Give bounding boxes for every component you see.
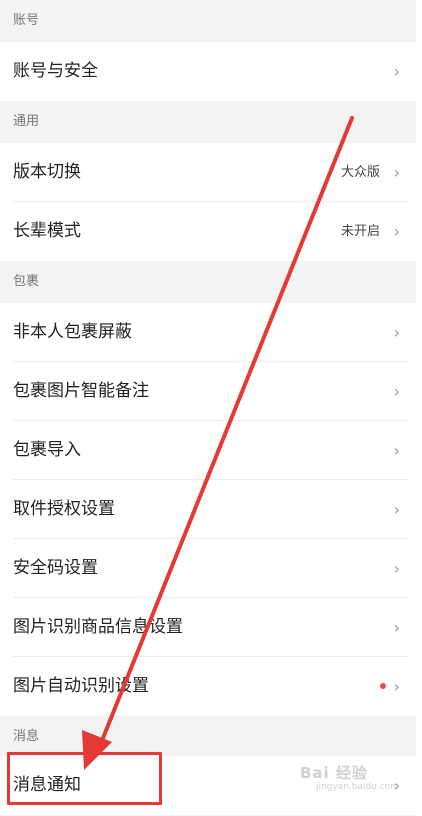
row-label: 消息通知 [13,775,81,795]
chevron-right-icon: › [393,323,400,342]
row-image-product-recognition[interactable]: 图片识别商品信息设置 › [0,598,416,657]
row-pickup-authorization[interactable]: 取件授权设置 › [0,480,416,539]
chevron-right-icon: › [393,559,400,578]
row-security-code[interactable]: 安全码设置 › [0,539,416,598]
red-dot-badge [380,683,386,689]
chevron-right-icon: › [393,677,400,696]
row-label: 包裹导入 [13,440,81,460]
watermark-subtext: jingyan.baidu.com [316,782,400,792]
row-label: 版本切换 [13,162,81,182]
row-label: 包裹图片智能备注 [13,381,149,401]
chevron-right-icon: › [393,163,400,182]
chevron-right-icon: › [393,62,400,81]
row-label: 安全码设置 [13,558,98,578]
right-edge-strip [416,0,422,816]
section-header-general: 通用 [0,101,416,143]
watermark: Bai 经验 [300,764,368,782]
row-label: 图片自动识别设置 [13,676,149,696]
row-elder-mode[interactable]: 长辈模式 未开启 › [0,202,416,261]
row-version-switch[interactable]: 版本切换 大众版 › [0,143,416,202]
settings-page: 账号 账号与安全 › 通用 版本切换 大众版 › 长辈模式 未开启 › 包裹 非… [0,0,416,816]
row-package-image-note[interactable]: 包裹图片智能备注 › [0,362,416,421]
chevron-right-icon: › [393,441,400,460]
row-label: 图片识别商品信息设置 [13,617,183,637]
row-value: 大众版 [340,165,380,180]
chevron-right-icon: › [393,382,400,401]
section-header-package: 包裹 [0,261,416,303]
section-header-messages: 消息 [0,716,416,758]
row-image-auto-recognition[interactable]: 图片自动识别设置 › [0,657,416,716]
row-package-block[interactable]: 非本人包裹屏蔽 › [0,303,416,362]
chevron-right-icon: › [393,500,400,519]
row-value: 未开启 [340,224,380,239]
row-label: 账号与安全 [13,61,98,81]
row-label: 取件授权设置 [13,499,115,519]
chevron-right-icon: › [393,618,400,637]
section-header-account: 账号 [0,0,416,42]
row-package-import[interactable]: 包裹导入 › [0,421,416,480]
row-label: 非本人包裹屏蔽 [13,322,132,342]
row-account-security[interactable]: 账号与安全 › [0,42,416,101]
row-label: 长辈模式 [13,221,81,241]
chevron-right-icon: › [393,222,400,241]
